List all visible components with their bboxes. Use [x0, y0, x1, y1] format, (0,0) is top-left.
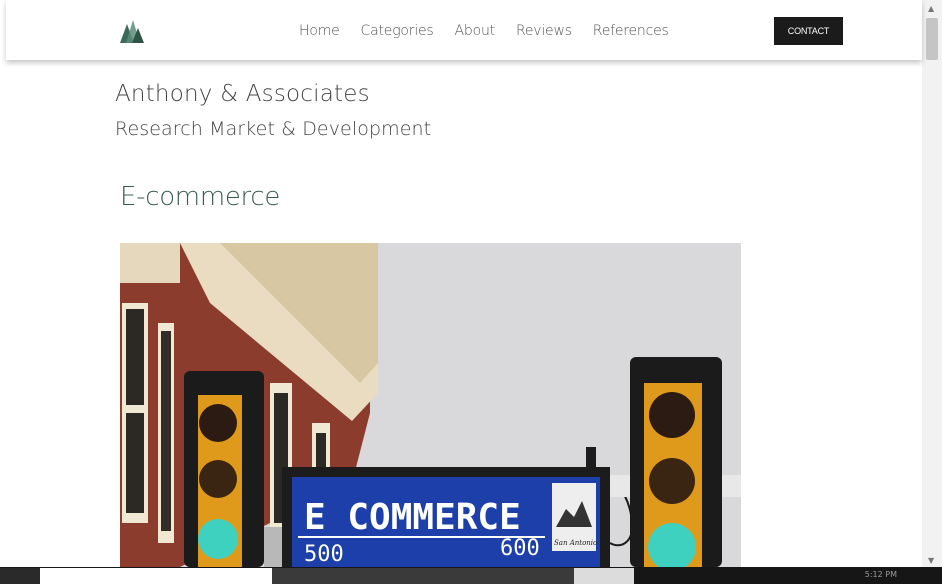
- sign-main-text: E COMMERCE: [304, 497, 521, 538]
- taskbar-apps[interactable]: [272, 568, 574, 584]
- scrollbar-thumb[interactable]: [926, 18, 938, 60]
- nav-home-link[interactable]: Home: [299, 23, 340, 39]
- nav-categories-link[interactable]: Categories: [361, 23, 434, 39]
- site-subtitle: Research Market & Development: [115, 118, 432, 140]
- taskbar-search-box[interactable]: [40, 568, 272, 584]
- site-title: Anthony & Associates: [115, 81, 370, 107]
- taskbar-active-app[interactable]: [574, 568, 634, 584]
- taskbar: 5:12 PM: [0, 567, 942, 584]
- contact-button[interactable]: CONTACT: [774, 17, 843, 45]
- sign-block-left: 500: [304, 542, 344, 567]
- nav-about-link[interactable]: About: [455, 23, 496, 39]
- scroll-down-arrow-icon[interactable]: ▼: [928, 556, 934, 565]
- nav-references-link[interactable]: References: [593, 23, 669, 39]
- scroll-up-arrow-icon[interactable]: ▲: [928, 4, 934, 13]
- section-heading: E-commerce: [120, 182, 281, 212]
- street-scene-illustration: E COMMERCE 500 600 San Antonio: [120, 243, 741, 567]
- start-button[interactable]: [0, 568, 40, 584]
- ecommerce-street-sign-image: E COMMERCE 500 600 San Antonio: [120, 243, 741, 567]
- aa-logo-icon[interactable]: [118, 16, 146, 44]
- taskbar-clock[interactable]: 5:12 PM: [865, 570, 897, 579]
- seal-text: San Antonio: [554, 539, 597, 547]
- top-navbar: Home Categories About Reviews References…: [6, 0, 922, 60]
- nav-reviews-link[interactable]: Reviews: [516, 23, 572, 39]
- vertical-scrollbar[interactable]: ▲ ▼: [922, 0, 942, 567]
- main-nav: Home Categories About Reviews References: [299, 23, 690, 39]
- sign-block-right: 600: [500, 536, 540, 561]
